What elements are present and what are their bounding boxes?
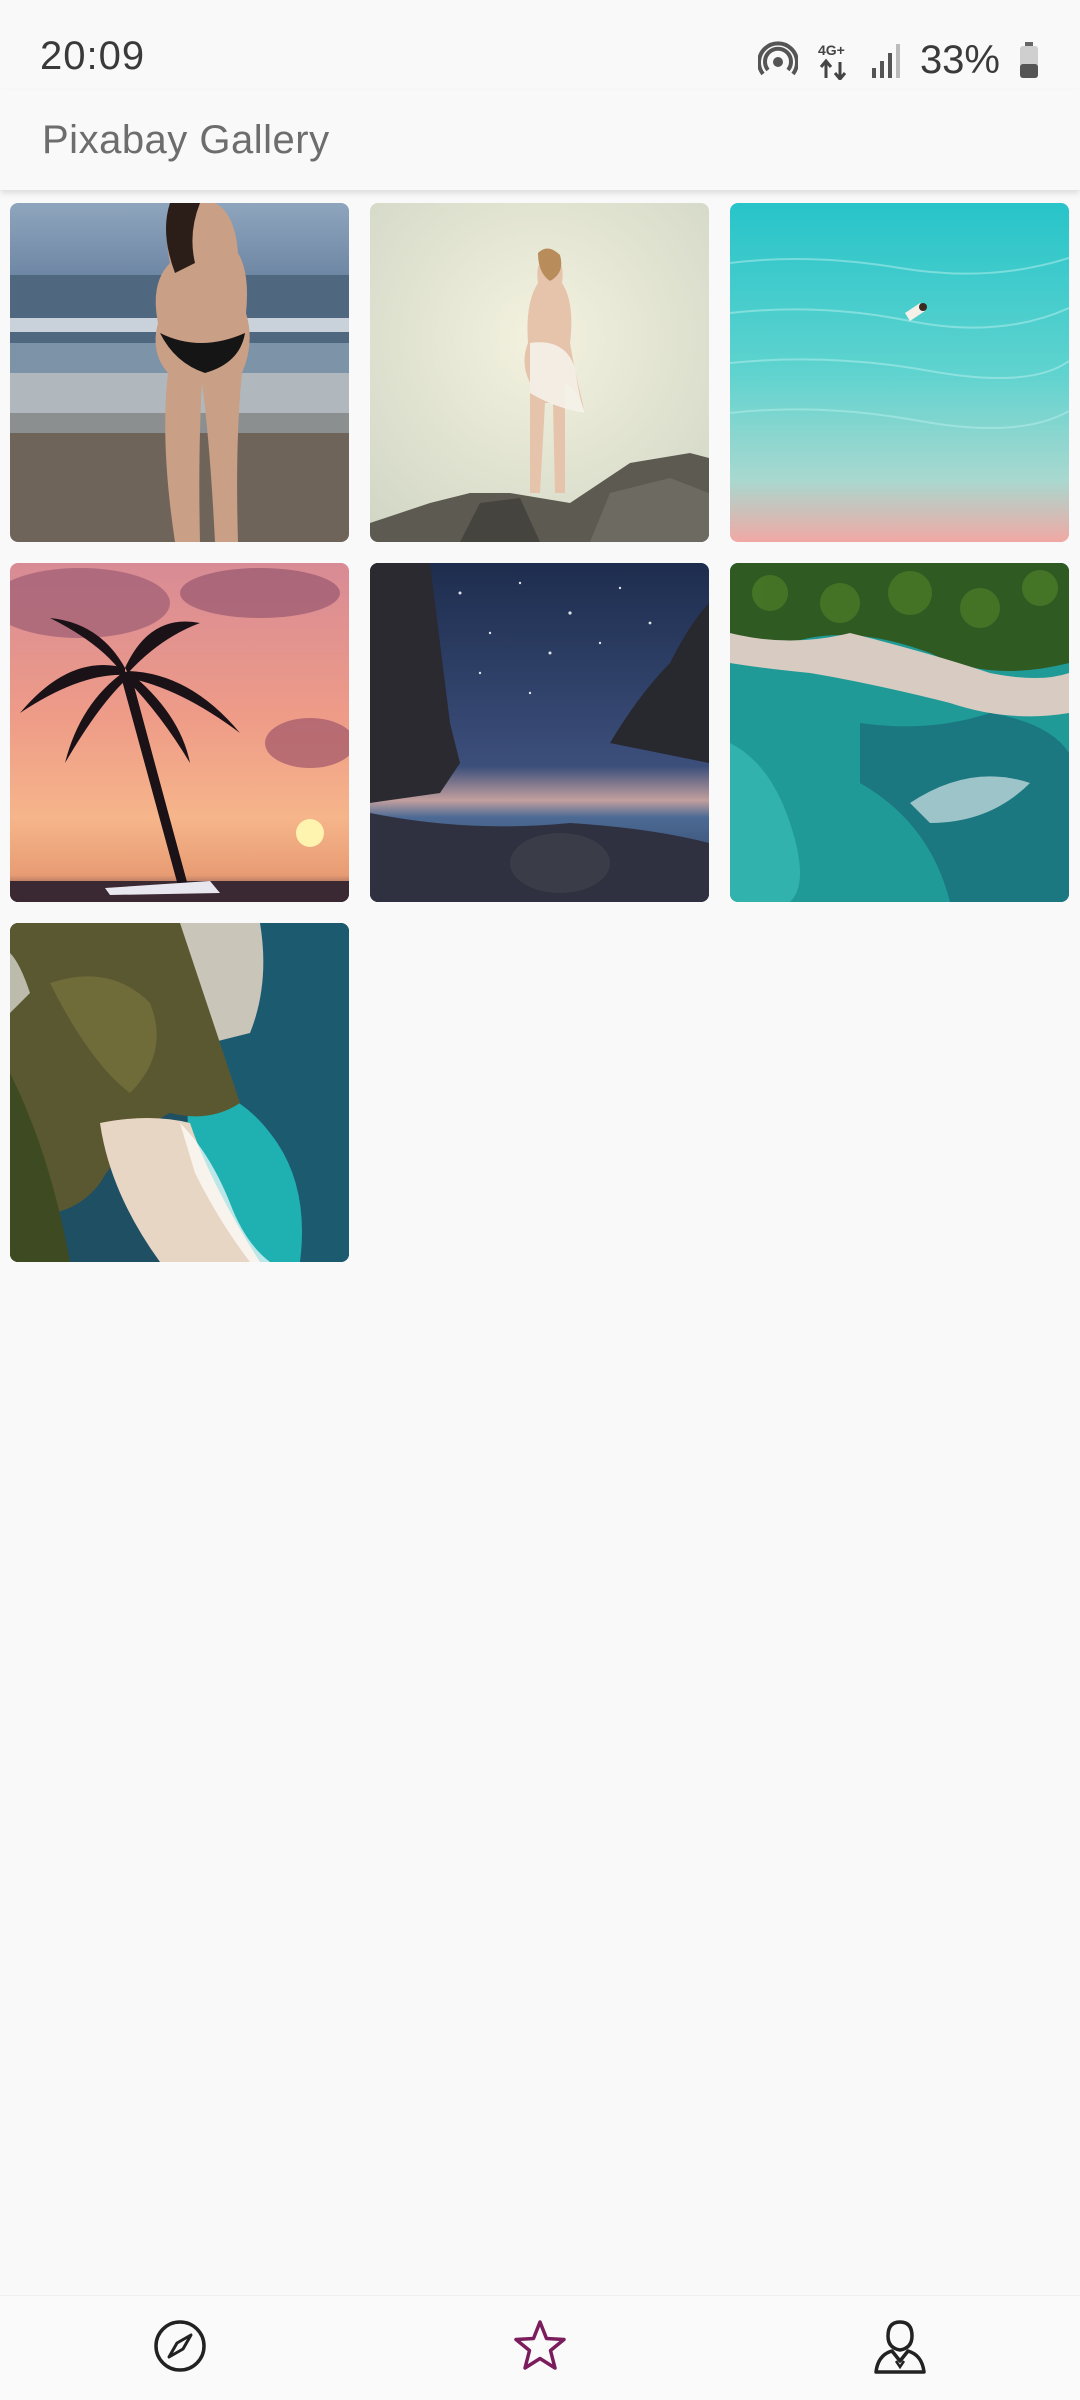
signal-icon xyxy=(870,42,902,78)
app-title: Pixabay Gallery xyxy=(42,118,330,162)
gallery-image-4[interactable] xyxy=(10,563,349,902)
app-bar: Pixabay Gallery xyxy=(0,90,1080,190)
gallery-image-1[interactable] xyxy=(10,203,349,542)
status-time: 20:09 xyxy=(40,34,146,78)
cliff-beach-image xyxy=(10,923,349,1262)
network-type-label: 4G+ xyxy=(818,42,845,58)
bottom-navigation xyxy=(0,2295,1080,2400)
nav-profile[interactable] xyxy=(800,2298,1000,2398)
star-icon xyxy=(511,2318,569,2379)
status-icons: 4G+ 33% xyxy=(757,36,1040,84)
aerial-coast-image xyxy=(730,563,1069,902)
status-bar: 20:09 4G+ 33% xyxy=(0,0,1080,90)
palm-sunset-image xyxy=(10,563,349,902)
woman-on-rocks-image xyxy=(370,203,709,542)
nav-explore[interactable] xyxy=(80,2298,280,2398)
battery-icon xyxy=(1018,40,1040,80)
gallery-image-2[interactable] xyxy=(370,203,709,542)
image-grid xyxy=(10,203,1070,1262)
gallery-image-5[interactable] xyxy=(370,563,709,902)
beach-woman-image xyxy=(10,203,349,542)
hotspot-icon xyxy=(757,40,798,80)
starry-cove-image xyxy=(370,563,709,902)
network-4g-icon: 4G+ xyxy=(816,40,852,80)
turquoise-water-image xyxy=(730,203,1069,542)
battery-percent: 33% xyxy=(919,37,1000,82)
profile-icon xyxy=(872,2317,928,2380)
gallery-image-6[interactable] xyxy=(730,563,1069,902)
nav-favorites[interactable] xyxy=(440,2298,640,2398)
compass-icon xyxy=(152,2318,208,2379)
gallery-image-7[interactable] xyxy=(10,923,349,1262)
gallery-image-3[interactable] xyxy=(730,203,1069,542)
